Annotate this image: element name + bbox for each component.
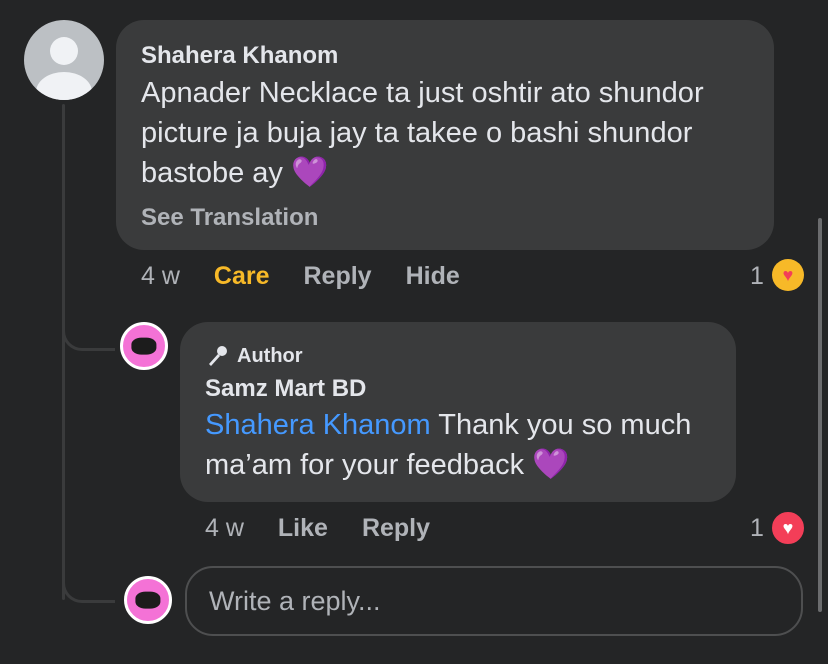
purple-heart-emoji-reply: 💜: [532, 448, 570, 481]
comment-timestamp[interactable]: 4 w: [141, 262, 180, 291]
reply-reaction-count[interactable]: 1: [750, 514, 764, 543]
composer-page-avatar[interactable]: [124, 576, 172, 624]
scrollbar[interactable]: [818, 218, 822, 612]
page-avatar-image: [131, 337, 157, 355]
comment-bubble: Shahera Khanom Apnader Necklace ta just …: [116, 20, 774, 250]
comment-text-line-3: bastobe ay 💜: [141, 153, 328, 193]
reply-input[interactable]: [185, 566, 803, 636]
avatar-head-shape: [50, 37, 78, 65]
reply-timestamp[interactable]: 4 w: [205, 514, 244, 543]
reply-text-line-1: Shahera Khanom Thank you so much: [205, 405, 691, 445]
reply-actions: 4 w Like Reply: [205, 514, 464, 543]
commenter-avatar[interactable]: [24, 20, 104, 100]
reply-button[interactable]: Reply: [304, 262, 372, 291]
care-reaction-icon[interactable]: ♥: [772, 259, 804, 291]
care-reaction-button[interactable]: Care: [214, 262, 270, 291]
composer-avatar-image: [135, 591, 161, 609]
page-avatar[interactable]: [120, 322, 168, 370]
comment-text-line-2: picture ja buja jay ta takee o bashi shu…: [141, 117, 693, 149]
comment-author-name[interactable]: Shahera Khanom: [141, 42, 338, 70]
reply-text-line-1-text: Thank you so much: [430, 409, 692, 441]
author-badge-label: Author: [237, 344, 303, 367]
hide-button[interactable]: Hide: [406, 262, 460, 291]
care-heart-glyph: ♥: [782, 264, 794, 285]
reply-text-line-2-text: ma’am for your feedback: [205, 449, 525, 481]
reply-bubble: Author Samz Mart BD Shahera Khanom Thank…: [180, 322, 736, 502]
love-heart-glyph: ♥: [782, 517, 794, 538]
comment-text-line-3-text: bastobe ay: [141, 157, 283, 189]
reply-author-name[interactable]: Samz Mart BD: [205, 375, 366, 403]
comment-reaction-count[interactable]: 1: [750, 262, 764, 291]
see-translation-link[interactable]: See Translation: [141, 204, 318, 232]
author-badge: Author: [205, 344, 303, 368]
purple-heart-emoji: 💜: [290, 156, 329, 189]
thread-line-to-composer: [62, 570, 115, 603]
reply-reply-button[interactable]: Reply: [362, 514, 430, 543]
mention-link[interactable]: Shahera Khanom: [205, 409, 431, 441]
reply-text-line-2: ma’am for your feedback 💜: [205, 445, 570, 485]
microphone-icon: [209, 346, 227, 366]
comment-text-line-1: Apnader Necklace ta just oshtir ato shun…: [141, 77, 704, 109]
like-button[interactable]: Like: [278, 514, 328, 543]
thread-line-to-reply: [62, 318, 115, 351]
avatar-body-shape: [36, 72, 92, 100]
comment-actions: 4 w Care Reply Hide: [141, 262, 494, 291]
love-reaction-icon[interactable]: ♥: [770, 510, 806, 546]
thread-line-vertical: [62, 104, 65, 600]
